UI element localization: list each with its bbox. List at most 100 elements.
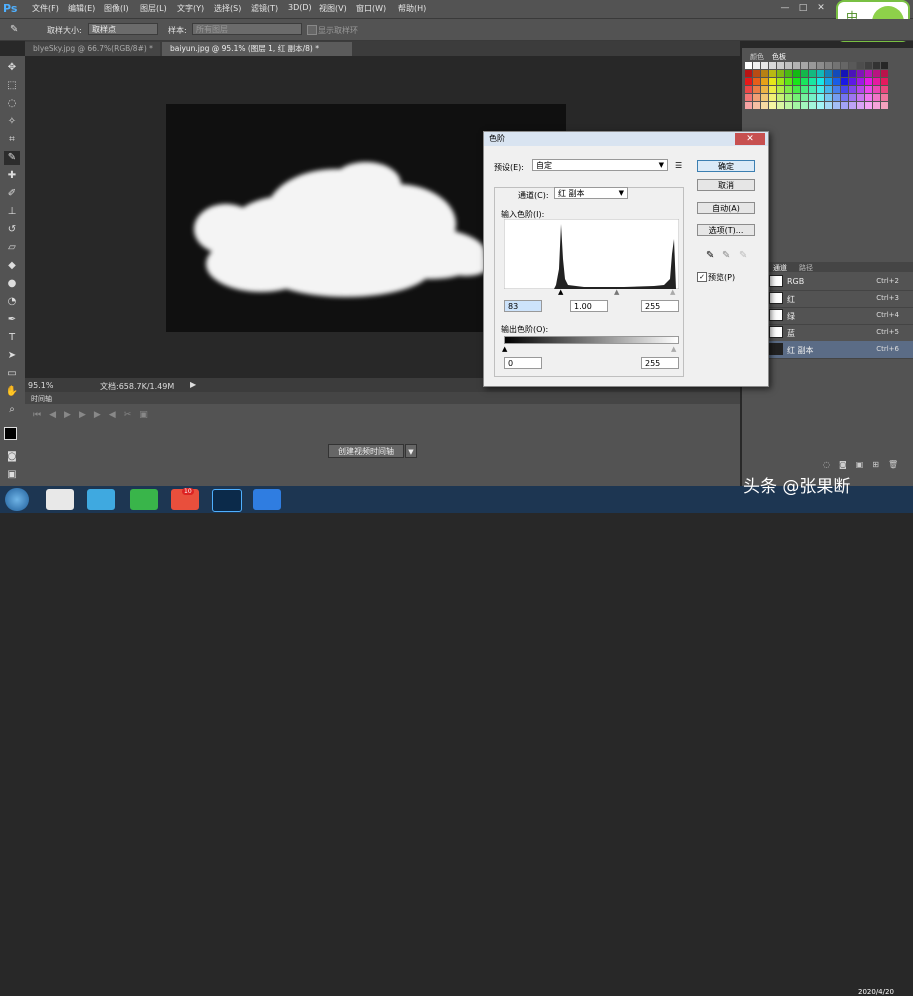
swatch-cell[interactable]	[769, 86, 776, 93]
swatch-cell[interactable]	[777, 70, 784, 77]
swatch-cell[interactable]	[817, 70, 824, 77]
swatch-cell[interactable]	[857, 78, 864, 85]
menu-file[interactable]: 文件(F)	[32, 3, 59, 14]
swatch-cell[interactable]	[745, 94, 752, 101]
menu-view[interactable]: 视图(V)	[319, 3, 347, 14]
pen-tool-icon[interactable]: ✒	[4, 313, 20, 327]
swatch-cell[interactable]	[841, 94, 848, 101]
swatch-cell[interactable]	[745, 86, 752, 93]
input-white-field[interactable]: 255	[641, 300, 679, 312]
swatch-cell[interactable]	[833, 86, 840, 93]
swatch-cell[interactable]	[833, 94, 840, 101]
auto-button[interactable]: 自动(A)	[697, 202, 755, 214]
swatch-cell[interactable]	[833, 78, 840, 85]
swatch-cell[interactable]	[881, 94, 888, 101]
swatch-cell[interactable]	[809, 62, 816, 69]
swatch-cell[interactable]	[801, 78, 808, 85]
swatch-cell[interactable]	[849, 102, 856, 109]
swatch-cell[interactable]	[753, 62, 760, 69]
start-button-icon[interactable]	[5, 488, 29, 511]
swatch-cell[interactable]	[809, 78, 816, 85]
tab-channels[interactable]: 通道	[773, 263, 787, 273]
quick-mask-icon[interactable]: ◙	[4, 450, 20, 464]
sample-size-select[interactable]: 取样点	[88, 23, 158, 35]
output-white-field[interactable]: 255	[641, 357, 679, 369]
swatch-cell[interactable]	[801, 86, 808, 93]
swatch-cell[interactable]	[769, 94, 776, 101]
swatch-cell[interactable]	[881, 86, 888, 93]
swatch-cell[interactable]	[793, 94, 800, 101]
white-point-slider[interactable]: ▲	[670, 288, 675, 296]
menu-3d[interactable]: 3D(D)	[288, 3, 312, 12]
white-eyedropper-icon[interactable]: ✎	[739, 250, 747, 261]
swatch-cell[interactable]	[769, 102, 776, 109]
swatches-grid[interactable]	[745, 62, 895, 120]
blur-tool-icon[interactable]: ●	[4, 277, 20, 291]
swatch-cell[interactable]	[833, 102, 840, 109]
status-arrow-icon[interactable]: ▶	[190, 380, 196, 389]
swatch-cell[interactable]	[881, 78, 888, 85]
move-tool-icon[interactable]: ✥	[4, 61, 20, 75]
swatch-cell[interactable]	[809, 102, 816, 109]
swatch-cell[interactable]	[801, 102, 808, 109]
swatch-cell[interactable]	[801, 62, 808, 69]
swatch-cell[interactable]	[873, 78, 880, 85]
swatch-cell[interactable]	[793, 86, 800, 93]
black-point-slider[interactable]: ▲	[558, 288, 563, 296]
menu-select[interactable]: 选择(S)	[214, 3, 241, 14]
swatch-cell[interactable]	[825, 102, 832, 109]
swatch-cell[interactable]	[753, 78, 760, 85]
menu-edit[interactable]: 编辑(E)	[68, 3, 95, 14]
swatch-cell[interactable]	[745, 62, 752, 69]
minimize-button[interactable]: —	[778, 2, 792, 14]
iqiyi-icon[interactable]	[130, 489, 158, 510]
swatch-cell[interactable]	[841, 62, 848, 69]
foreground-color-swatch[interactable]	[4, 427, 17, 440]
swatch-cell[interactable]	[777, 78, 784, 85]
show-ring-checkbox[interactable]	[307, 25, 317, 35]
eraser-tool-icon[interactable]: ▱	[4, 241, 20, 255]
preset-options-icon[interactable]: ☰	[675, 161, 682, 170]
swatch-cell[interactable]	[849, 86, 856, 93]
swatch-cell[interactable]	[753, 94, 760, 101]
maximize-button[interactable]: □	[796, 2, 810, 14]
swatch-cell[interactable]	[817, 78, 824, 85]
swatch-cell[interactable]	[761, 62, 768, 69]
dodge-tool-icon[interactable]: ◔	[4, 295, 20, 309]
gray-eyedropper-icon[interactable]: ✎	[722, 250, 730, 261]
swatch-cell[interactable]	[817, 94, 824, 101]
swatch-cell[interactable]	[849, 62, 856, 69]
swatch-cell[interactable]	[753, 102, 760, 109]
swatch-cell[interactable]	[793, 102, 800, 109]
swatch-cell[interactable]	[825, 86, 832, 93]
swatch-cell[interactable]	[809, 86, 816, 93]
swatch-cell[interactable]	[753, 86, 760, 93]
swatch-cell[interactable]	[865, 62, 872, 69]
swatch-cell[interactable]	[785, 70, 792, 77]
swatch-cell[interactable]	[761, 78, 768, 85]
eyedropper-tool-icon[interactable]: ✎	[4, 151, 20, 165]
clone-stamp-icon[interactable]: ⊥	[4, 205, 20, 219]
photoshop-task-icon[interactable]	[212, 489, 242, 512]
swatch-cell[interactable]	[865, 78, 872, 85]
swatch-cell[interactable]	[745, 70, 752, 77]
type-tool-icon[interactable]: T	[4, 331, 20, 345]
swatch-cell[interactable]	[793, 70, 800, 77]
swatch-cell[interactable]	[785, 86, 792, 93]
swatch-cell[interactable]	[769, 70, 776, 77]
channel-row-red-copy[interactable]: 红 副本 Ctrl+6	[767, 341, 913, 359]
swatch-cell[interactable]	[769, 78, 776, 85]
swatch-cell[interactable]	[817, 86, 824, 93]
swatch-cell[interactable]	[833, 70, 840, 77]
swatch-cell[interactable]	[857, 94, 864, 101]
swatch-cell[interactable]	[873, 86, 880, 93]
channel-select[interactable]: 红 副本 ▼	[554, 187, 628, 199]
output-white-slider[interactable]: ▲	[671, 345, 676, 353]
swatch-cell[interactable]	[817, 62, 824, 69]
gamma-slider[interactable]: ▲	[614, 288, 619, 296]
swatch-cell[interactable]	[817, 102, 824, 109]
swatch-cell[interactable]	[825, 70, 832, 77]
swatch-cell[interactable]	[825, 78, 832, 85]
swatch-cell[interactable]	[865, 70, 872, 77]
swatch-cell[interactable]	[761, 94, 768, 101]
